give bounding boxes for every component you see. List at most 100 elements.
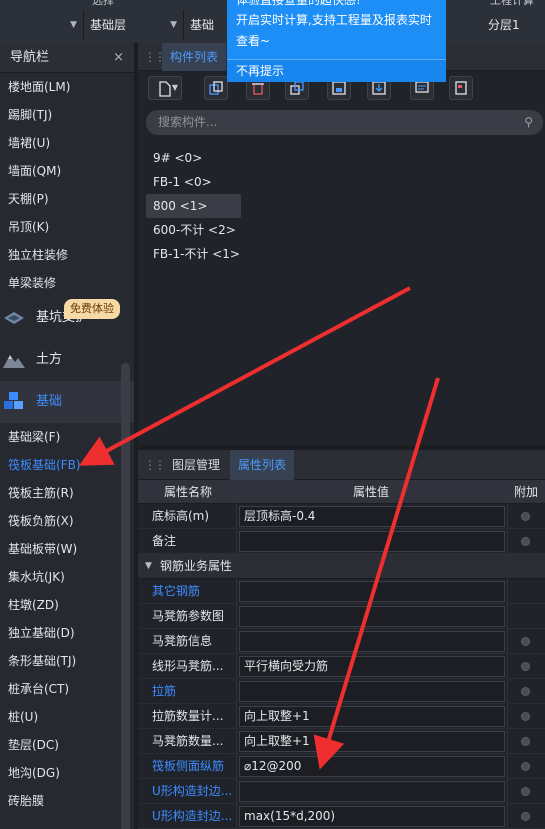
attach-radio[interactable] (521, 812, 530, 821)
list-item[interactable]: FB-1 <0> (146, 170, 241, 194)
property-row[interactable]: 筏板侧面纵筋 ⌀12@200 (138, 754, 545, 779)
property-value-field[interactable] (239, 581, 505, 602)
attach-radio[interactable] (521, 662, 530, 671)
component-search-input[interactable]: 搜索构件... ⚲ (146, 110, 543, 135)
property-value-field[interactable]: 向上取整+1 (239, 731, 505, 752)
attach-radio[interactable] (521, 687, 530, 696)
category-foundation[interactable]: 基础 (0, 381, 134, 423)
property-row[interactable]: 备注 (138, 529, 545, 554)
attach-radio[interactable] (521, 737, 530, 746)
nav-item[interactable]: 筏板主筋(R) (0, 479, 134, 507)
nav-item-active[interactable]: 筏板基础(FB) (0, 451, 134, 479)
property-group-rebar[interactable]: ▼ 钢筋业务属性 (138, 554, 545, 579)
property-row[interactable]: 其它钢筋 (138, 579, 545, 604)
layer-select[interactable]: 分层1 (482, 10, 545, 40)
category-label: 土方 (36, 352, 63, 367)
property-row[interactable]: 拉筋数量计... 向上取整+1 (138, 704, 545, 729)
nav-item[interactable]: 砖胎膜 (0, 787, 134, 815)
component-list: 9# <0> FB-1 <0> 800 <1> 600-不计 <2> FB-1-… (146, 146, 241, 266)
property-table-header: 属性名称 属性值 附加 (138, 480, 545, 504)
category-label: 基础 (36, 394, 63, 409)
select-value: 基础 (190, 18, 215, 32)
nav-item[interactable]: 柱墩(ZD) (0, 591, 134, 619)
drag-handle-icon[interactable]: ⋮⋮ (144, 50, 166, 64)
nav-scrollbar[interactable] (121, 363, 130, 829)
list-item[interactable]: 600-不计 <2> (146, 218, 241, 242)
nav-item[interactable]: 独立基础(D) (0, 619, 134, 647)
nav-item[interactable]: 集水坑(JK) (0, 563, 134, 591)
nav-item[interactable]: 墙面(QM) (0, 157, 134, 185)
project-select[interactable]: ▼ (0, 10, 84, 40)
property-value-field[interactable] (239, 531, 505, 552)
nav-item[interactable]: 墙裙(U) (0, 129, 134, 157)
property-value-field[interactable]: 向上取整+1 (239, 706, 505, 727)
nav-item[interactable]: 独立柱装修 (0, 241, 134, 269)
tab-layer-management[interactable]: 图层管理 (164, 450, 228, 480)
earthwork-icon (3, 355, 25, 368)
nav-item[interactable]: 吊顶(K) (0, 213, 134, 241)
property-value-field[interactable]: 平行横向受力筋 (239, 656, 505, 677)
new-component-button[interactable]: ▼ (148, 76, 182, 100)
list-item-selected[interactable]: 800 <1> (146, 194, 241, 218)
list-item[interactable]: FB-1-不计 <1> (146, 242, 241, 266)
attach-radio[interactable] (521, 637, 530, 646)
group-label: 钢筋业务属性 (160, 559, 233, 573)
nav-item[interactable]: 垫层(DC) (0, 731, 134, 759)
property-value-field[interactable] (239, 631, 505, 652)
nav-item[interactable]: 地沟(DG) (0, 759, 134, 787)
property-value-field[interactable] (239, 681, 505, 702)
list-item[interactable]: 9# <0> (146, 146, 241, 170)
filter-button[interactable] (449, 76, 473, 100)
partial-label: 选择 (92, 0, 114, 7)
chevron-down-icon: ▼ (170, 20, 177, 30)
property-row[interactable]: 马凳筋数量... 向上取整+1 (138, 729, 545, 754)
chevron-down-icon: ▼ (171, 83, 178, 92)
property-row[interactable]: 马凳筋参数图 (138, 604, 545, 629)
attach-radio[interactable] (521, 787, 530, 796)
drag-handle-icon[interactable]: ⋮⋮ (144, 458, 166, 472)
property-name: U形构造封边... (152, 784, 233, 798)
property-name: 拉筋数量计... (152, 709, 224, 723)
property-value-field[interactable] (239, 606, 505, 627)
tooltip-line: 查看~ (236, 34, 271, 48)
copy-component-button[interactable] (204, 76, 228, 100)
nav-item[interactable]: 桩承台(CT) (0, 675, 134, 703)
attach-radio[interactable] (521, 512, 530, 521)
partial-label: 工程计算 (490, 0, 534, 7)
nav-item[interactable]: 基础梁(F) (0, 423, 134, 451)
nav-item[interactable]: 桩(U) (0, 703, 134, 731)
attach-radio[interactable] (521, 537, 530, 546)
free-trial-badge[interactable]: 免费体验 (64, 299, 120, 319)
attach-radio[interactable] (521, 712, 530, 721)
property-name: 线形马凳筋... (152, 659, 224, 673)
category-earthwork[interactable]: 土方 (0, 339, 134, 381)
nav-item[interactable]: 条形基础(TJ) (0, 647, 134, 675)
nav-item[interactable]: 踢脚(TJ) (0, 101, 134, 129)
nav-item[interactable]: 单梁装修 (0, 269, 134, 297)
tab-property-list[interactable]: 属性列表 (230, 450, 295, 480)
nav-item[interactable]: 天棚(P) (0, 185, 134, 213)
property-name: U形构造封边... (152, 809, 233, 823)
floor-select[interactable]: 基础层 ▼ (84, 10, 184, 40)
property-value-field[interactable]: 层顶标高-0.4 (239, 506, 505, 527)
nav-item[interactable]: 筏板负筋(X) (0, 507, 134, 535)
property-row[interactable]: 拉筋 (138, 679, 545, 704)
collapse-icon[interactable]: ▼ (145, 554, 152, 579)
nav-item[interactable]: 基础板带(W) (0, 535, 134, 563)
property-value-field[interactable] (239, 781, 505, 802)
property-row[interactable]: 线形马凳筋... 平行横向受力筋 (138, 654, 545, 679)
foundation-pit-icon (4, 312, 24, 324)
dismiss-tooltip-button[interactable]: 不再提示 (227, 59, 446, 82)
property-value-field[interactable]: max(15*d,200) (239, 806, 505, 827)
property-row[interactable]: U形构造封边... max(15*d,200) (138, 804, 545, 829)
select-value: 分层1 (488, 18, 520, 32)
close-icon[interactable]: × (113, 43, 124, 73)
attach-radio[interactable] (521, 762, 530, 771)
search-icon[interactable]: ⚲ (524, 110, 533, 135)
nav-item[interactable]: 楼地面(LM) (0, 73, 134, 101)
tab-component-list[interactable]: 构件列表 (162, 43, 227, 71)
property-row[interactable]: 底标高(m) 层顶标高-0.4 (138, 504, 545, 529)
property-value-field[interactable]: ⌀12@200 (239, 756, 505, 777)
property-row[interactable]: 马凳筋信息 (138, 629, 545, 654)
property-row[interactable]: U形构造封边... (138, 779, 545, 804)
